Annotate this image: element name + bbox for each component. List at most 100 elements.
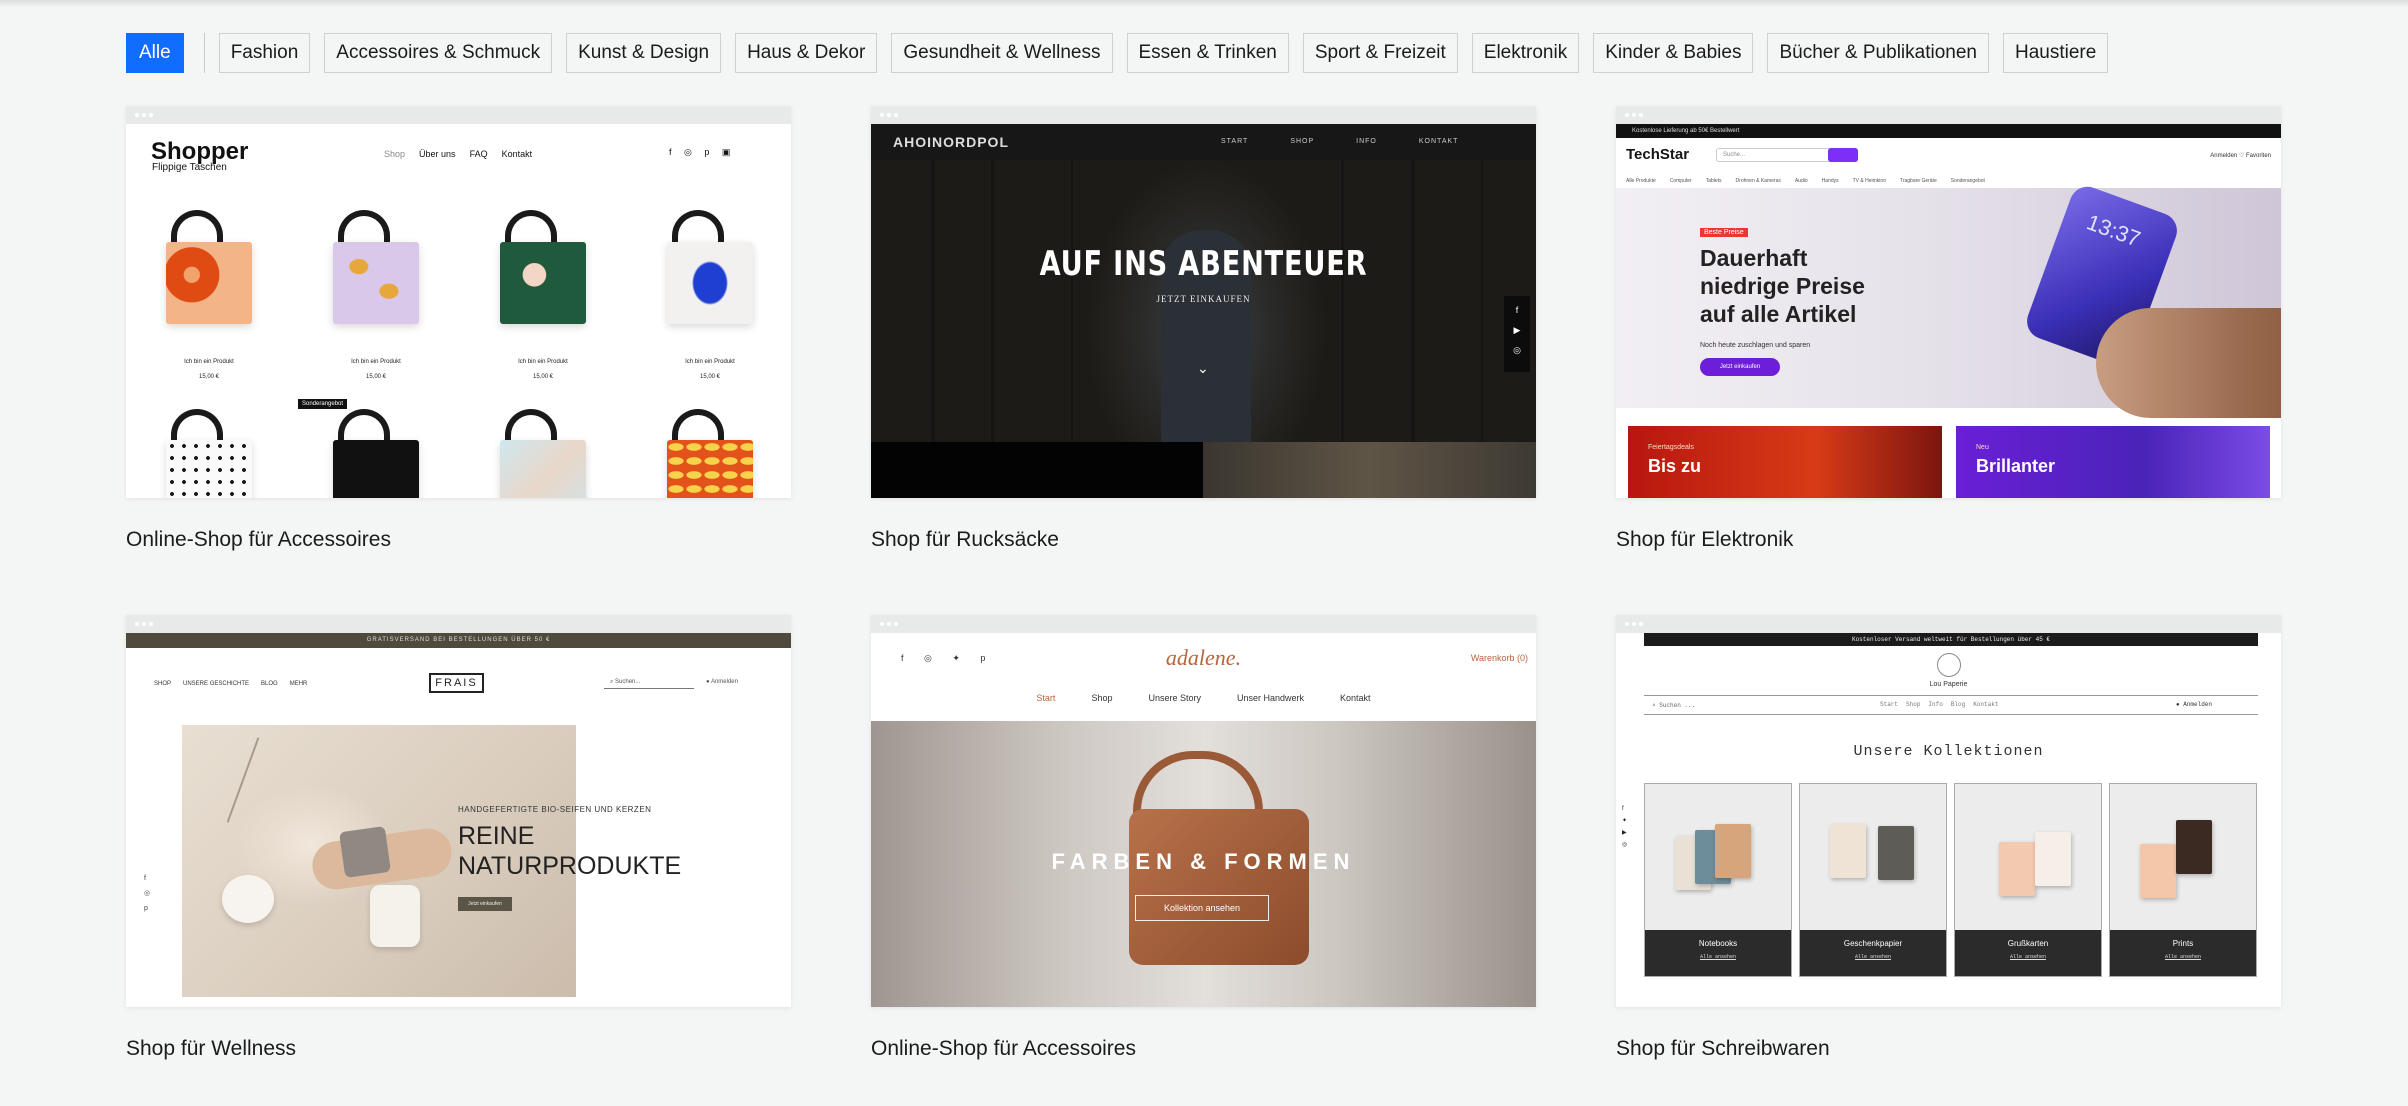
- preview-nav: Start Shop Info Blog Kontakt: [1880, 701, 1999, 708]
- product-image: [166, 440, 252, 498]
- preview-nav: Start Shop Unsere Story Unser Handwerk Kon…: [1036, 693, 1371, 703]
- hero-tag: Beste Preise: [1700, 228, 1748, 237]
- preview-logo: TechStar: [1626, 146, 1690, 163]
- preview-topbar: Kostenloser Versand weltweit für Bestell…: [1644, 633, 2258, 646]
- template-card-schreibwaren[interactable]: Kostenloser Versand weltweit für Bestell…: [1616, 615, 2281, 1061]
- preview-search: ⌕ Suchen...: [604, 677, 694, 689]
- product-name: Ich bin ein Produkt: [518, 359, 568, 365]
- preview-login: ● Anmelden: [706, 679, 738, 685]
- filter-chip-elektronik[interactable]: Elektronik: [1471, 33, 1580, 73]
- template-caption[interactable]: Online-Shop für Accessoires: [126, 528, 791, 552]
- template-card-shopper[interactable]: Shopper Flippige Taschen Shop Über uns F…: [126, 106, 791, 552]
- product-name: Ich bin ein Produkt: [351, 359, 401, 365]
- collection-tile: Prints Alle ansehen: [2109, 783, 2257, 977]
- filter-chip-fashion[interactable]: Fashion: [218, 33, 311, 73]
- template-caption[interactable]: Shop für Wellness: [126, 1037, 791, 1061]
- search-icon: [1828, 148, 1858, 162]
- preview-tagline: Flippige Taschen: [152, 162, 227, 173]
- product-image: [667, 242, 753, 324]
- collection-image: [1645, 784, 1791, 930]
- filter-chip-buecher[interactable]: Bücher & Publikationen: [1767, 33, 1989, 73]
- hero-kicker: HANDGEFERTIGTE BIO-SEIFEN UND KERZEN: [458, 805, 652, 814]
- product-name: Ich bin ein Produkt: [184, 359, 234, 365]
- product-image: [667, 440, 753, 498]
- hero-headline: Dauerhaft niedrige Preise auf alle Artik…: [1700, 245, 1865, 327]
- filter-chip-sport[interactable]: Sport & Freizeit: [1302, 33, 1458, 73]
- template-caption[interactable]: Shop für Schreibwaren: [1616, 1037, 2281, 1061]
- product-price: 15,00 €: [198, 374, 220, 380]
- filter-chip-gesundheit[interactable]: Gesundheit & Wellness: [891, 33, 1113, 73]
- hero-image-bag: FARBEN & FORMEN Kollektion ansehen: [871, 721, 1536, 1007]
- template-preview[interactable]: Shopper Flippige Taschen Shop Über uns F…: [126, 106, 791, 498]
- sale-badge: Sonderangebot: [298, 399, 348, 409]
- template-preview[interactable]: AHOINORDPOL START SHOP INFO KONTAKT AUF …: [871, 106, 1536, 498]
- preview-logo: AHOINORDPOL: [893, 134, 1009, 150]
- template-preview[interactable]: Kostenloser Versand weltweit für Bestell…: [1616, 615, 2281, 1007]
- template-card-rucksaecke[interactable]: AHOINORDPOL START SHOP INFO KONTAKT AUF …: [871, 106, 1536, 552]
- collection-tile: Notebooks Alle ansehen: [1644, 783, 1792, 977]
- template-preview[interactable]: Kostenlose Lieferung ab 50€ Bestellwert …: [1616, 106, 2281, 498]
- product-image: [333, 440, 419, 498]
- collection-image: [2110, 784, 2256, 930]
- filter-chip-haus[interactable]: Haus & Dekor: [735, 33, 878, 73]
- top-shadow: [0, 0, 2408, 7]
- preview-nav: Shop Über uns FAQ Kontakt: [384, 149, 533, 159]
- logo-mark: [1937, 653, 1961, 677]
- filter-chip-essen[interactable]: Essen & Trinken: [1126, 33, 1289, 73]
- section-title: Unsere Kollektionen: [1853, 743, 2044, 760]
- section-image: [1203, 442, 1536, 498]
- product-image: [500, 440, 586, 498]
- filter-chip-kunst[interactable]: Kunst & Design: [566, 33, 722, 73]
- social-icons: f ◎ p: [144, 875, 151, 912]
- template-card-adalene[interactable]: f ◎ ✦ p adalene. Warenkorb (0) Start Shop…: [871, 615, 1536, 1061]
- preview-brand: Lou Paperie: [1929, 681, 1968, 688]
- product-name: Ich bin ein Produkt: [685, 359, 735, 365]
- promo-tile-red: Feiertagsdeals Bis zu: [1628, 426, 1942, 498]
- collection-image: [1800, 784, 1946, 930]
- social-sidebar: f ▶ ◎: [1504, 296, 1530, 372]
- hero-headline: REINE NATURPRODUKTE: [458, 822, 682, 880]
- template-caption[interactable]: Shop für Rucksäcke: [871, 528, 1536, 552]
- collection-tile: Grußkarten Alle ansehen: [1954, 783, 2102, 977]
- chevron-down-icon: ⌄: [1197, 360, 1209, 376]
- bag-image: [1129, 809, 1309, 965]
- social-icons: f ✦ ▶ ◎: [1622, 806, 1628, 848]
- browser-chrome: [126, 106, 791, 124]
- promo-tile-purple: Neu Brillanter: [1956, 426, 2270, 498]
- template-card-elektronik[interactable]: Kostenlose Lieferung ab 50€ Bestellwert …: [1616, 106, 2281, 552]
- hand-image: [2096, 308, 2281, 418]
- product-image: [333, 242, 419, 324]
- preview-topbar: GRATISVERSAND BEI BESTELLUNGEN ÜBER 50 €: [126, 633, 791, 648]
- hero-button: Jetzt einkaufen: [1700, 358, 1780, 376]
- product-image: [500, 242, 586, 324]
- hero-image-forest: [871, 160, 1536, 460]
- filter-divider: [203, 33, 205, 73]
- browser-chrome: [871, 106, 1536, 124]
- template-preview[interactable]: f ◎ ✦ p adalene. Warenkorb (0) Start Shop…: [871, 615, 1536, 1007]
- template-preview[interactable]: GRATISVERSAND BEI BESTELLUNGEN ÜBER 50 €…: [126, 615, 791, 1007]
- hero-title: FARBEN & FORMEN: [1051, 849, 1356, 874]
- template-caption[interactable]: Online-Shop für Accessoires: [871, 1037, 1536, 1061]
- hero-subtitle: JETZT EINKAUFEN: [1156, 294, 1251, 304]
- preview-cart: Warenkorb (0): [1470, 653, 1528, 663]
- filter-chip-haustiere[interactable]: Haustiere: [2002, 33, 2109, 73]
- lavender-stem: [226, 737, 260, 823]
- filter-chip-alle[interactable]: Alle: [126, 33, 184, 73]
- product-price: 15,00 €: [532, 374, 554, 380]
- preview-categories: Alle Produkte Computer Tablets Drohnen & K…: [1626, 178, 1985, 184]
- product-image: [166, 242, 252, 324]
- collection-image: [1955, 784, 2101, 930]
- category-filter-bar: Alle Fashion Accessoires & Schmuck Kunst…: [126, 33, 2122, 73]
- browser-chrome: [871, 615, 1536, 633]
- hero-button: Kollektion ansehen: [1135, 895, 1269, 921]
- filter-chip-accessoires[interactable]: Accessoires & Schmuck: [324, 33, 553, 73]
- template-caption[interactable]: Shop für Elektronik: [1616, 528, 2281, 552]
- hero-title: AUF INS ABENTEUER: [1039, 244, 1368, 284]
- template-card-wellness[interactable]: GRATISVERSAND BEI BESTELLUNGEN ÜBER 50 €…: [126, 615, 791, 1061]
- hero-note: Noch heute zuschlagen und sparen: [1700, 342, 1811, 349]
- product-price: 15,00 €: [365, 374, 387, 380]
- filter-chip-kinder[interactable]: Kinder & Babies: [1593, 33, 1754, 73]
- preview-logo: adalene.: [1165, 645, 1242, 670]
- jar-image: [370, 885, 420, 947]
- preview-account: Anmelden ♡ Favoriten: [2210, 153, 2271, 159]
